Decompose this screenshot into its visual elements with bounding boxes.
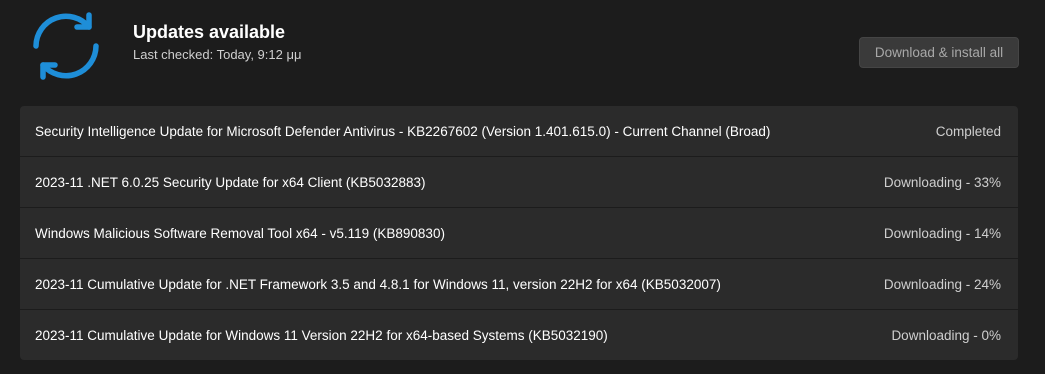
update-status: Downloading - 14% [883,225,1001,241]
last-checked-text: Last checked: Today, 9:12 μμ [133,47,302,62]
update-row: Windows Malicious Software Removal Tool … [20,208,1018,258]
update-status: Completed [935,123,1001,139]
update-name: Windows Malicious Software Removal Tool … [35,225,445,241]
update-row: 2023-11 .NET 6.0.25 Security Update for … [20,157,1018,207]
update-row: Security Intelligence Update for Microso… [20,106,1018,156]
page-title: Updates available [133,22,286,42]
update-row: 2023-11 Cumulative Update for .NET Frame… [20,259,1018,309]
sync-icon [26,6,106,86]
update-status: Downloading - 24% [883,276,1001,292]
download-install-all-button[interactable]: Download & install all [859,37,1019,68]
update-row: 2023-11 Cumulative Update for Windows 11… [20,310,1018,360]
update-status: Downloading - 0% [891,327,1001,343]
update-name: 2023-11 Cumulative Update for .NET Frame… [35,276,721,292]
windows-update-page: Updates available Last checked: Today, 9… [0,0,1045,374]
update-name: 2023-11 .NET 6.0.25 Security Update for … [35,174,426,190]
update-status: Downloading - 33% [883,174,1001,190]
update-name: Security Intelligence Update for Microso… [35,123,771,139]
updates-list: Security Intelligence Update for Microso… [20,106,1018,360]
updates-header: Updates available Last checked: Today, 9… [0,0,1045,100]
update-name: 2023-11 Cumulative Update for Windows 11… [35,327,608,343]
